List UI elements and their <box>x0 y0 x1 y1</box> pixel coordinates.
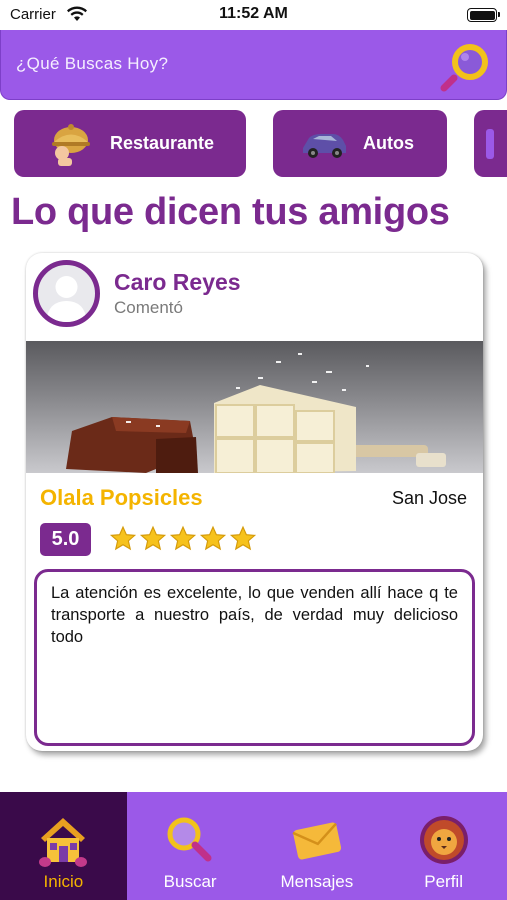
tab-perfil[interactable]: Perfil <box>380 792 507 900</box>
tab-label: Perfil <box>424 872 463 891</box>
place-city: San Jose <box>391 488 467 508</box>
rating-badge: 5.0 <box>40 523 91 556</box>
star-icon <box>229 525 257 551</box>
reviewer-name[interactable]: Caro Reyes <box>114 269 241 296</box>
search-input[interactable]: ¿Qué Buscas Hoy? <box>16 54 168 74</box>
tab-buscar[interactable]: Buscar <box>127 792 254 900</box>
user-placeholder-icon <box>46 276 87 322</box>
category-icon-partial <box>486 128 494 159</box>
category-label: Autos <box>363 133 414 153</box>
star-icon <box>109 525 137 551</box>
search-bar[interactable]: ¿Qué Buscas Hoy? <box>0 30 507 100</box>
search-icon[interactable] <box>438 40 492 94</box>
tab-bar: Inicio Buscar Mensajes Perfil <box>0 792 507 900</box>
star-rating <box>109 525 257 555</box>
envelope-icon <box>292 822 341 860</box>
tab-label: Buscar <box>163 872 217 891</box>
category-partial[interactable] <box>474 110 507 177</box>
car-icon <box>303 133 346 158</box>
star-icon <box>199 525 227 551</box>
review-photo <box>26 341 483 473</box>
status-bar: Carrier 11:52 AM <box>0 0 507 30</box>
review-card[interactable]: Caro Reyes Comentó Olala Popsicles San J… <box>26 253 483 751</box>
place-name[interactable]: Olala Popsicles <box>40 485 203 511</box>
category-label: Restaurante <box>110 133 215 153</box>
star-icon <box>139 525 167 551</box>
category-list: Restaurante Autos <box>0 110 507 178</box>
reviewer-action: Comentó <box>114 298 183 317</box>
tab-label: Inicio <box>43 872 84 891</box>
review-comment: La atención es excelente, lo que venden … <box>34 569 475 746</box>
clock: 11:52 AM <box>219 5 288 22</box>
battery-icon <box>467 8 500 22</box>
star-icon <box>169 525 197 551</box>
avatar[interactable] <box>33 260 100 327</box>
magnifier-icon <box>167 817 212 862</box>
house-icon <box>39 818 88 867</box>
popsicle-image <box>66 353 446 473</box>
category-autos[interactable]: Autos <box>273 110 447 177</box>
tab-label: Mensajes <box>280 872 354 891</box>
tab-inicio[interactable]: Inicio <box>0 792 127 900</box>
category-restaurante[interactable]: Restaurante <box>14 110 246 177</box>
tab-mensajes[interactable]: Mensajes <box>254 792 381 900</box>
lion-icon <box>419 816 468 864</box>
section-title: Lo que dicen tus amigos <box>11 191 450 233</box>
cloche-chef-icon <box>52 123 90 166</box>
